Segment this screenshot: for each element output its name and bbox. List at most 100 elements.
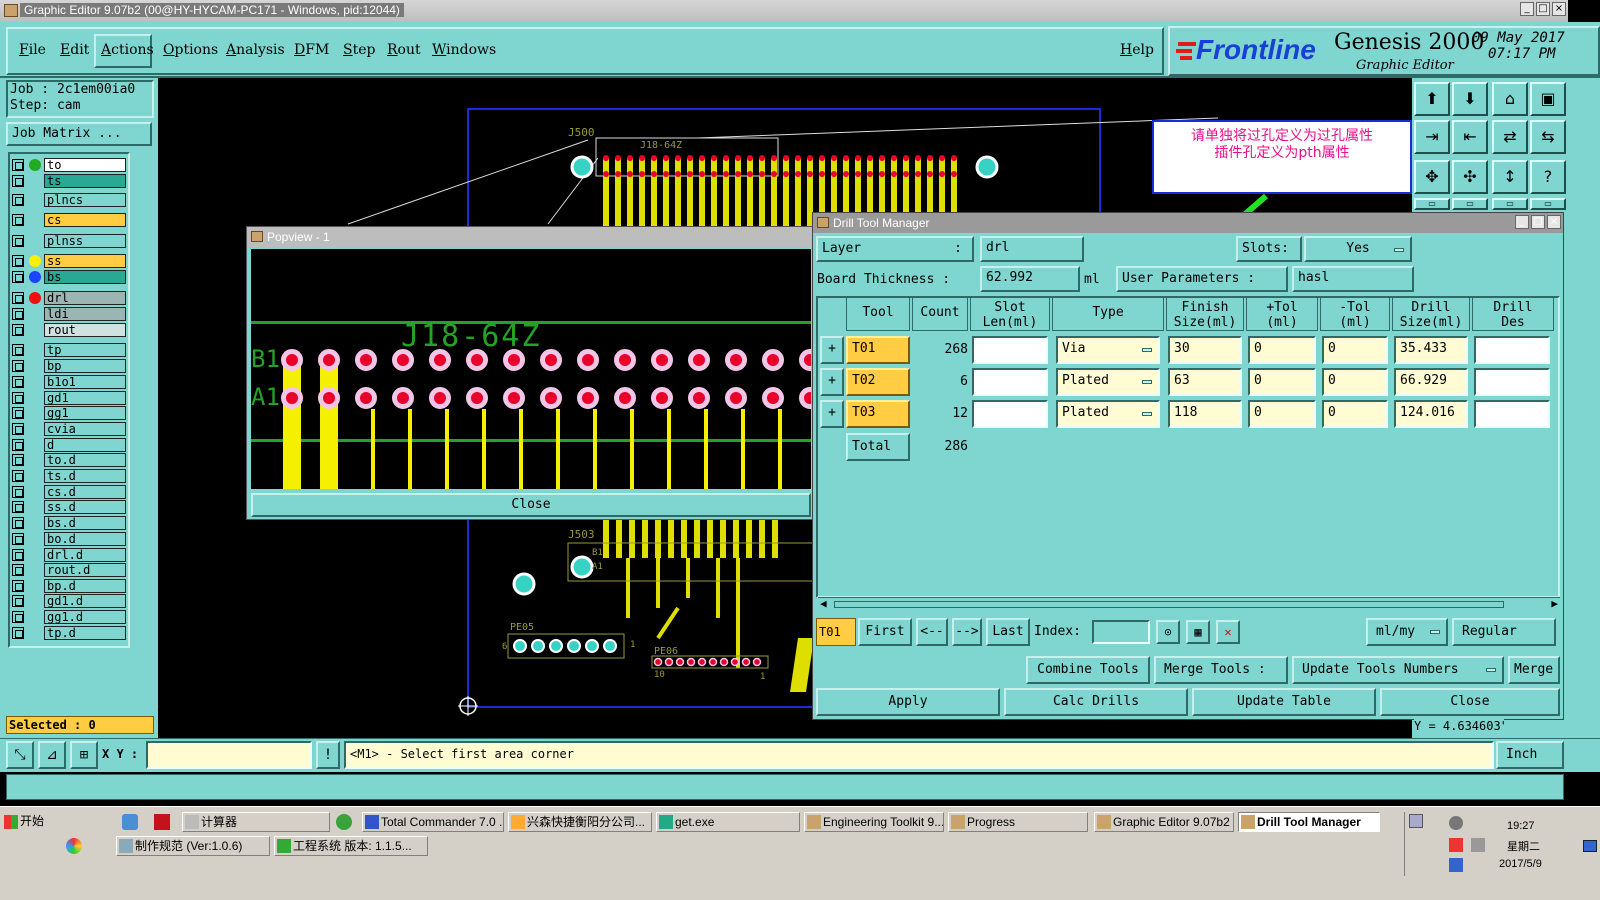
scroll-thumb[interactable] [834,601,1504,608]
layer-checkbox[interactable] [12,159,24,171]
scale-icon[interactable]: ↕ [1492,160,1528,194]
menu-edit[interactable]: Edit [60,42,89,58]
maximize-button[interactable]: □ [1536,2,1550,16]
layer-checkbox[interactable] [12,214,24,226]
layer-checkbox[interactable] [12,517,24,529]
taskbar-item-4[interactable]: Engineering Toolkit 9.... [804,812,944,832]
slot-length-input[interactable] [972,336,1048,364]
layer-name[interactable]: tp.d [44,626,126,640]
mode-select[interactable]: Regular [1452,618,1556,646]
layer-checkbox[interactable] [12,564,24,576]
slots-select[interactable]: Yes [1304,236,1412,262]
layer-name[interactable]: rout [44,323,126,337]
taskbar-item2-0[interactable]: 制作规范 (Ver:1.0.6) [116,836,270,856]
menu-file[interactable]: File [19,42,46,58]
index-icon-3[interactable]: ✕ [1216,620,1240,644]
minus-tol-input[interactable]: 0 [1322,368,1388,396]
menu-analysis[interactable]: Analysis [226,42,285,58]
layer-row-cs-d[interactable]: cs.d [12,485,126,500]
layer-name[interactable]: drl.d [44,548,126,562]
tray-icon-1[interactable] [1409,814,1423,828]
tray-icon-2[interactable] [1449,816,1463,830]
layer-row-gg1-d[interactable]: gg1.d [12,610,126,625]
apply-button[interactable]: Apply [816,688,1000,716]
menu-actions[interactable]: Actions [101,42,154,58]
layer-name[interactable]: cs.d [44,485,126,499]
layer-name[interactable]: bp [44,359,126,373]
merge-button[interactable]: Merge [1508,656,1560,684]
layer-name[interactable]: cs [44,213,126,227]
view-icon-3[interactable]: ⊞ [70,741,98,769]
layer-checkbox[interactable] [12,627,24,639]
layer-checkbox[interactable] [12,344,24,356]
layer-row-gg1[interactable]: gg1 [12,406,126,421]
extra-icon-1[interactable]: ▭ [1414,198,1450,210]
quicklaunch-pdf-icon[interactable] [154,814,170,830]
dtm-close-x-button[interactable]: × [1547,215,1561,229]
quicklaunch-ie-icon[interactable] [336,814,352,830]
help-icon[interactable]: ? [1530,160,1566,194]
layer-row-bs-d[interactable]: bs.d [12,516,126,531]
layer-name[interactable]: rout.d [44,563,126,577]
layer-checkbox[interactable] [12,470,24,482]
layer-checkbox[interactable] [12,486,24,498]
extra-icon-3[interactable]: ▭ [1492,198,1528,210]
show-desktop-icon[interactable] [1583,840,1597,852]
update-tools-numbers-select[interactable]: Update Tools Numbers [1292,656,1504,684]
view-icon-1[interactable]: ⤡ [6,741,34,769]
layer-row-to-d[interactable]: to.d [12,453,126,468]
layer-name[interactable]: drl [44,291,126,305]
layer-row-rout-d[interactable]: rout.d [12,563,126,578]
minus-tol-input[interactable]: 0 [1322,400,1388,428]
layer-name[interactable]: d [44,438,126,452]
calc-drills-button[interactable]: Calc Drills [1004,688,1188,716]
layer-name[interactable]: gd1.d [44,594,126,608]
extra-icon-2[interactable]: ▭ [1452,198,1488,210]
layer-name[interactable]: tp [44,343,126,357]
first-button[interactable]: First [858,618,912,646]
layer-checkbox[interactable] [12,533,24,545]
fit-icon[interactable]: ✥ [1414,160,1450,194]
layer-checkbox[interactable] [12,194,24,206]
layer-checkbox[interactable] [12,439,24,451]
layer-row-ts-d[interactable]: ts.d [12,469,126,484]
menu-windows[interactable]: Windows [432,42,496,58]
layer-name[interactable]: plnss [44,234,126,248]
layer-checkbox[interactable] [12,454,24,466]
tray-icon-3[interactable] [1449,838,1463,852]
layer-name[interactable]: to [44,158,126,172]
layer-name[interactable]: gg1 [44,406,126,420]
layer-checkbox[interactable] [12,175,24,187]
layer-checkbox[interactable] [12,308,24,320]
layer-name[interactable]: cvia [44,422,126,436]
layer-row-ss-d[interactable]: ss.d [12,500,126,515]
close-window-button[interactable]: × [1552,2,1566,16]
minimize-button[interactable]: _ [1520,2,1534,16]
taskbar-item-7[interactable]: Drill Tool Manager [1238,812,1380,832]
layer-row-drl[interactable]: drl [12,291,126,306]
row-expand-button[interactable]: + [820,368,844,396]
layer-row-rout[interactable]: rout [12,323,126,338]
taskbar-item-6[interactable]: Graphic Editor 9.07b2 ... [1094,812,1234,832]
layer-row-tp-d[interactable]: tp.d [12,626,126,641]
layer-name[interactable]: b1o1 [44,375,126,389]
layer-name[interactable]: plncs [44,193,126,207]
layer-checkbox[interactable] [12,292,24,304]
plus-tol-input[interactable]: 0 [1248,400,1316,428]
layer-row-bp-d[interactable]: bp.d [12,579,126,594]
layer-name[interactable]: ldi [44,307,126,321]
zoom-home-icon[interactable]: ⬆ [1414,82,1450,116]
xy-input[interactable] [146,741,312,769]
layer-checkbox[interactable] [12,255,24,267]
zoom-in-icon[interactable]: ⬇ [1452,82,1488,116]
tray-icon-4[interactable] [1449,858,1463,872]
layer-value[interactable]: drl [980,236,1084,262]
scroll-right-icon[interactable]: ▶ [1551,597,1558,610]
type-select[interactable]: Plated [1056,368,1160,396]
layer-name[interactable]: bs.d [44,516,126,530]
plus-tol-input[interactable]: 0 [1248,336,1316,364]
drill-des-input[interactable] [1474,336,1550,364]
layer-name[interactable]: ts.d [44,469,126,483]
plus-tol-input[interactable]: 0 [1248,368,1316,396]
slot-length-input[interactable] [972,368,1048,396]
